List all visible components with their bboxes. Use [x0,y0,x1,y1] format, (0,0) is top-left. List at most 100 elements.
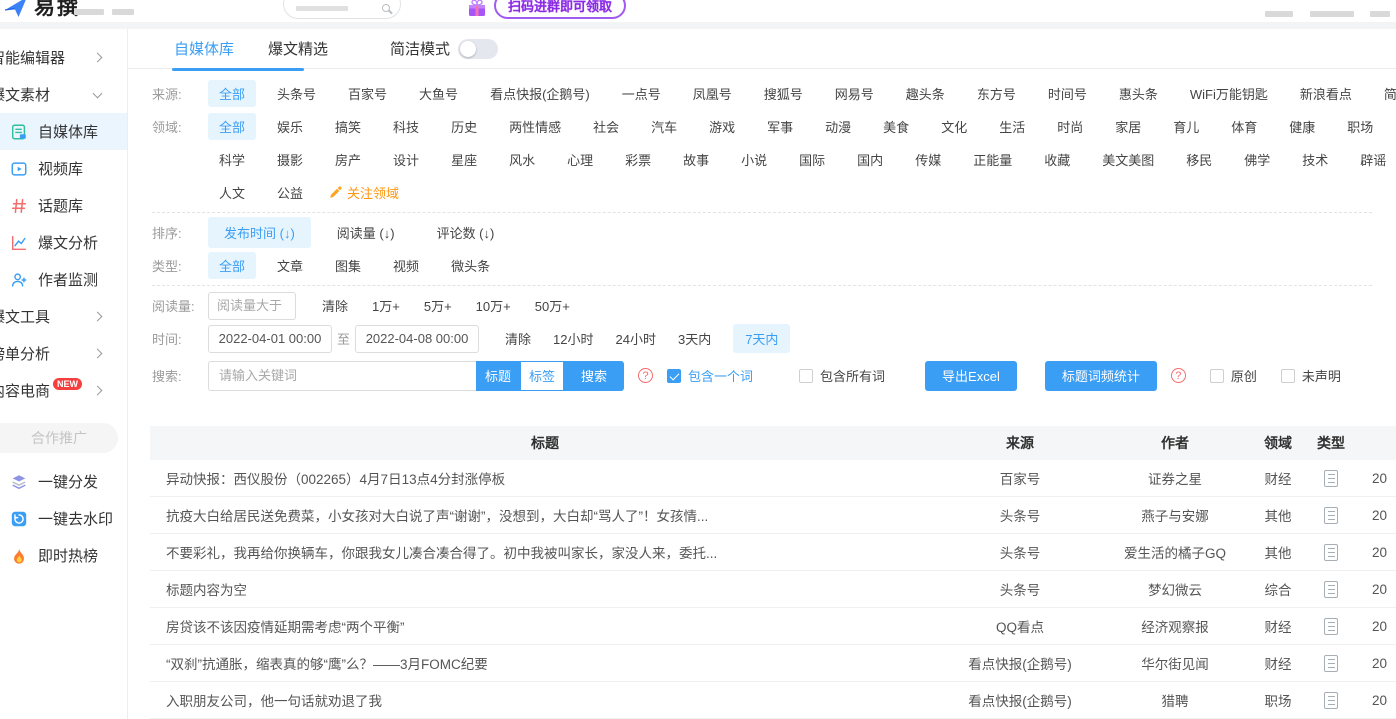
field-chip[interactable]: 健康 [1278,113,1326,140]
time-preset-link[interactable]: 7天内 [733,324,790,353]
field-chip[interactable]: 美文美图 [1091,146,1165,173]
read-preset-link[interactable]: 清除 [322,296,348,315]
undeclared-checkbox[interactable] [1281,369,1295,383]
table-row[interactable]: 异动快报：西仪股份（002265）4月7日13点4分封涨停板百家号证券之星财经2… [150,460,1396,497]
field-chip[interactable]: 小说 [730,146,778,173]
time-preset-link[interactable]: 24小时 [616,329,656,348]
field-chip[interactable]: 娱乐 [266,113,314,140]
source-chip[interactable]: WiFi万能钥匙 [1179,80,1279,107]
source-chip[interactable]: 头条号 [266,80,327,107]
field-chip[interactable]: 设计 [382,146,430,173]
table-row[interactable]: 标题内容为空头条号梦幻微云综合20 [150,571,1396,608]
tab-media-library[interactable]: 自媒体库 [174,38,234,59]
title-mode-button[interactable]: 标题 [476,361,520,391]
topbar-search-input[interactable] [283,0,401,19]
include-one-checkbox[interactable] [667,369,681,383]
source-chip[interactable]: 看点快报(企鹅号) [479,80,601,107]
field-chip[interactable]: 搞笑 [324,113,372,140]
field-chip[interactable]: 故事 [672,146,720,173]
tag-mode-button[interactable]: 标签 [520,361,564,391]
field-chip[interactable]: 文化 [930,113,978,140]
field-chip[interactable]: 社会 [582,113,630,140]
field-chip[interactable]: 公益 [266,179,314,206]
field-chip[interactable]: 房产 [324,146,372,173]
field-chip[interactable]: 彩票 [614,146,662,173]
source-chip[interactable]: 百家号 [337,80,398,107]
sidebar-item-one-click-distribute[interactable]: 一键分发 [0,463,127,500]
promo-banner[interactable]: 扫码进群即可领取 [494,0,626,19]
field-chip[interactable]: 技术 [1291,146,1339,173]
table-row[interactable]: “双刹”抗通胀，缩表真的够“鹰”么？——3月FOMC纪要看点快报(企鹅号)华尔街… [150,645,1396,682]
source-chip[interactable]: 大鱼号 [408,80,469,107]
keyword-input[interactable] [208,361,476,391]
sidebar-item-topic-library[interactable]: 话题库 [0,187,127,224]
type-chip[interactable]: 视频 [382,252,430,279]
type-chip[interactable]: 全部 [208,252,256,279]
field-chip[interactable]: 人文 [208,179,256,206]
field-chip[interactable]: 辟谣 [1349,146,1396,173]
export-excel-button[interactable]: 导出Excel [925,361,1017,391]
field-chip[interactable]: 科技 [382,113,430,140]
include-all-checkbox[interactable] [799,369,813,383]
table-row[interactable]: 入职朋友公司，他一句话就劝退了我看点快报(企鹅号)猎聘职场20 [150,682,1396,719]
source-chip[interactable]: 新浪看点 [1289,80,1363,107]
field-chip[interactable]: 游戏 [698,113,746,140]
sidebar-item-one-click-watermark[interactable]: 一键去水印 [0,500,127,537]
article-title[interactable]: 抗疫大白给居民送免费菜，小女孩对大白说了声“谢谢”，没想到，大白却“骂人了”！女… [150,505,940,525]
time-to-input[interactable] [355,325,479,353]
read-preset-link[interactable]: 10万+ [476,296,511,315]
sidebar-item-content-ecommerce[interactable]: 内容电商NEW [0,372,127,409]
read-preset-link[interactable]: 1万+ [372,296,400,315]
field-chip[interactable]: 心理 [556,146,604,173]
source-chip[interactable]: 全部 [208,80,256,107]
field-chip[interactable]: 佛学 [1233,146,1281,173]
sort-chip[interactable]: 阅读量 (↓) [321,217,411,248]
source-chip[interactable]: 一点号 [611,80,672,107]
field-chip[interactable]: 时尚 [1046,113,1094,140]
type-chip[interactable]: 图集 [324,252,372,279]
field-chip[interactable]: 动漫 [814,113,862,140]
type-chip[interactable]: 文章 [266,252,314,279]
source-chip[interactable]: 搜狐号 [753,80,814,107]
sidebar-item-video-library[interactable]: 视频库 [0,150,127,187]
title-word-frequency-button[interactable]: 标题词频统计 [1045,361,1157,391]
field-chip[interactable]: 美食 [872,113,920,140]
field-chip[interactable]: 生活 [988,113,1036,140]
time-preset-link[interactable]: 12小时 [553,329,593,348]
type-chip[interactable]: 微头条 [440,252,501,279]
sort-chip[interactable]: 发布时间 (↓) [208,217,311,248]
source-chip[interactable]: 东方号 [966,80,1027,107]
sidebar-item-viral-material[interactable]: 爆文素材 [0,76,127,113]
article-title[interactable]: 入职朋友公司，他一句话就劝退了我 [150,690,940,710]
source-chip[interactable]: 时间号 [1037,80,1098,107]
field-chip[interactable]: 传媒 [904,146,952,173]
field-chip[interactable]: 军事 [756,113,804,140]
sidebar-item-realtime-hot[interactable]: 即时热榜 [0,537,127,574]
field-chip[interactable]: 历史 [440,113,488,140]
field-chip[interactable]: 星座 [440,146,488,173]
sidebar-item-author-monitor[interactable]: 作者监测 [0,261,127,298]
source-chip[interactable]: 惠头条 [1108,80,1169,107]
table-row[interactable]: 抗疫大白给居民送免费菜，小女孩对大白说了声“谢谢”，没想到，大白却“骂人了”！女… [150,497,1396,534]
article-title[interactable]: “双刹”抗通胀，缩表真的够“鹰”么？——3月FOMC纪要 [150,653,940,673]
source-chip[interactable]: 凤凰号 [682,80,743,107]
field-chip[interactable]: 国内 [846,146,894,173]
time-preset-link[interactable]: 3天内 [678,329,711,348]
simple-mode-toggle[interactable] [458,39,498,59]
field-chip[interactable]: 育儿 [1162,113,1210,140]
source-chip[interactable]: 简书 [1373,80,1396,107]
sort-chip[interactable]: 评论数 (↓) [421,217,511,248]
read-preset-link[interactable]: 50万+ [535,296,570,315]
time-from-input[interactable] [208,325,332,353]
read-count-input[interactable] [208,292,296,320]
field-chip[interactable]: 科学 [208,146,256,173]
field-chip[interactable]: 正能量 [962,146,1023,173]
table-row[interactable]: 房贷该不该因疫情延期需考虑“两个平衡”QQ看点经济观察报财经20 [150,608,1396,645]
article-title[interactable]: 异动快报：西仪股份（002265）4月7日13点4分封涨停板 [150,468,940,488]
sidebar-item-media-library[interactable]: 自媒体库 [0,113,127,150]
search-button[interactable]: 搜索 [564,361,624,391]
time-preset-link[interactable]: 清除 [505,329,531,348]
help-icon[interactable] [638,368,653,383]
original-checkbox[interactable] [1210,369,1224,383]
article-title[interactable]: 房贷该不该因疫情延期需考虑“两个平衡” [150,616,940,636]
